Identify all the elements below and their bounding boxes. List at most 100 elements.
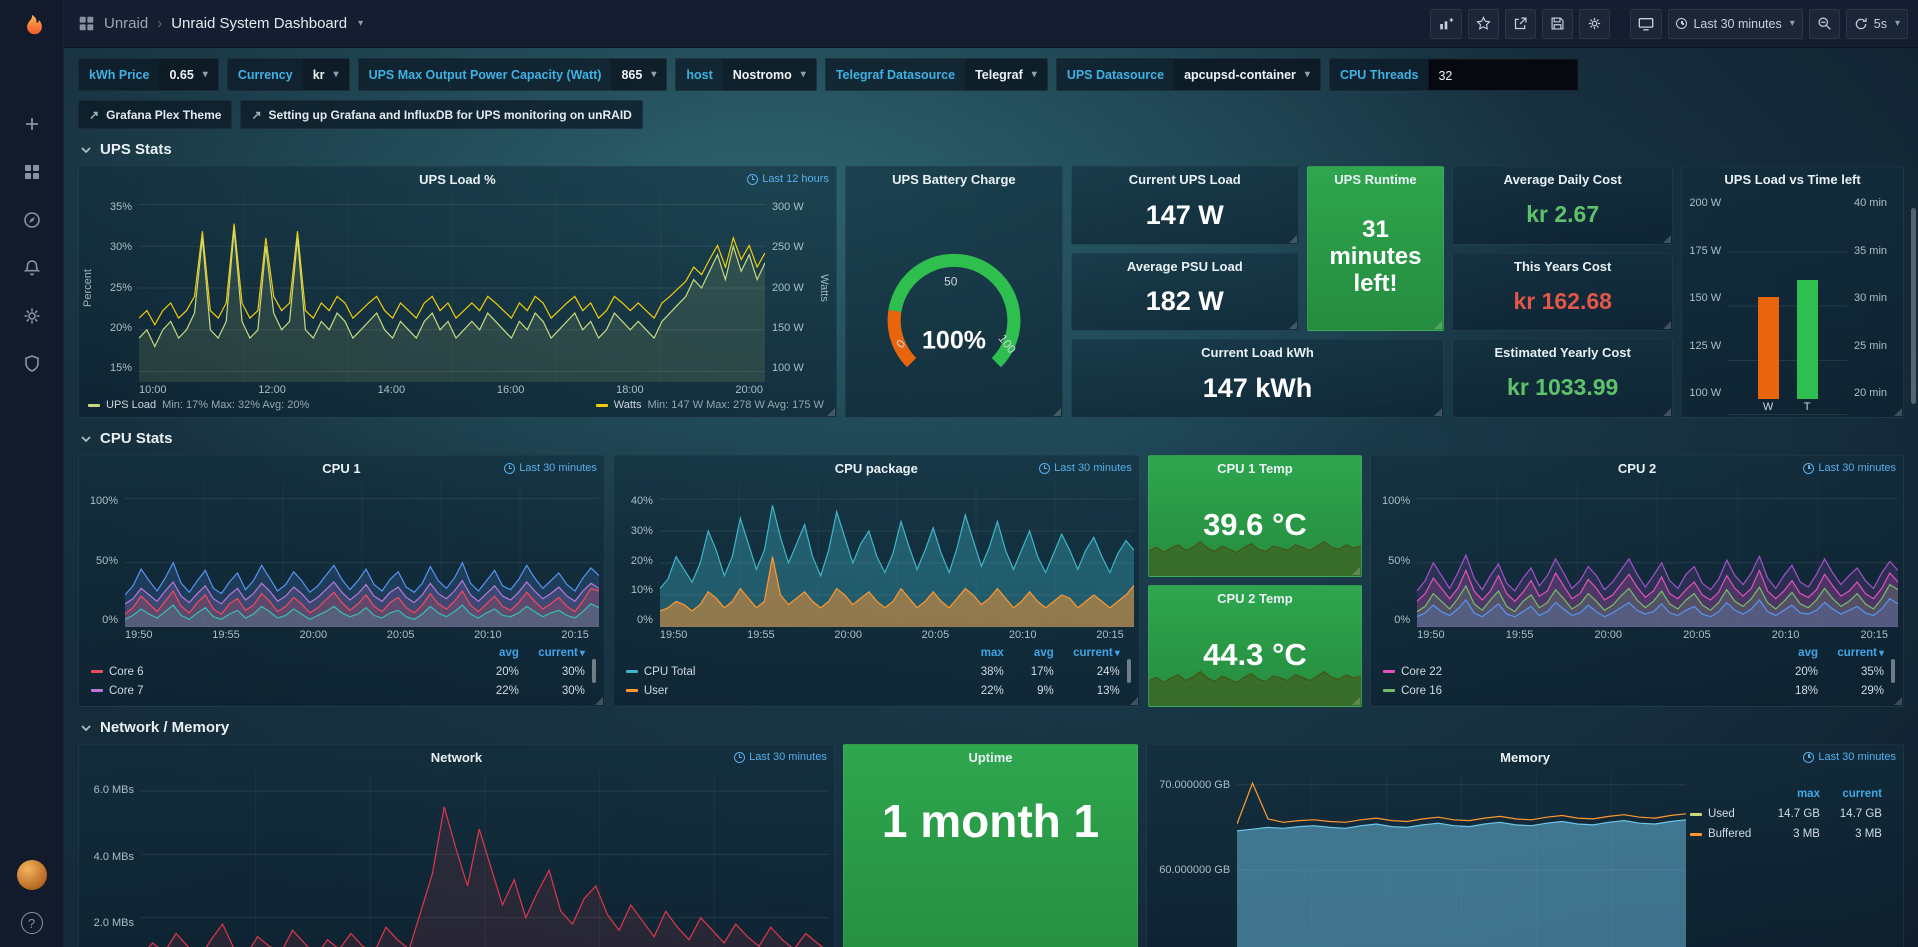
legend-series-toggle[interactable]: User xyxy=(626,685,954,697)
legend-row: Buffered 3 MB 3 MB xyxy=(1690,824,1882,844)
section-ups-stats[interactable]: UPS Stats xyxy=(80,141,1904,158)
variable-ups-datasource[interactable]: UPS Datasourceapcupsd-container▾ xyxy=(1056,58,1321,91)
legend-series-toggle[interactable]: Core 7 xyxy=(91,685,463,697)
panel-this-years-cost: This Years Cost kr 162.68 xyxy=(1452,253,1673,332)
legend-header-current[interactable]: current xyxy=(1820,788,1882,800)
variable-telegraf-datasource[interactable]: Telegraf DatasourceTelegraf▾ xyxy=(825,58,1048,91)
panel-title[interactable]: Average Daily Cost xyxy=(1504,172,1622,187)
page-scrollbar[interactable] xyxy=(1911,208,1916,404)
star-button[interactable] xyxy=(1468,9,1499,39)
link-ups-monitoring-guide[interactable]: ↗Setting up Grafana and InfluxDB for UPS… xyxy=(240,100,642,129)
variable-ups-max-output[interactable]: UPS Max Output Power Capacity (Watt)865▾ xyxy=(358,58,668,91)
panel-title[interactable]: Current Load kWh xyxy=(1201,345,1314,360)
legend-series-toggle[interactable]: Core 6 xyxy=(91,666,463,678)
share-button[interactable] xyxy=(1505,9,1536,39)
panel-title[interactable]: CPU package xyxy=(835,461,918,476)
legend-series-toggle[interactable]: Buffered xyxy=(1690,828,1760,840)
legend-scrollbar[interactable] xyxy=(1891,659,1895,683)
legend-header-avg[interactable]: avg xyxy=(1004,647,1054,659)
grafana-logo[interactable] xyxy=(0,0,64,56)
legend-series-toggle[interactable]: Core 22 xyxy=(1383,666,1762,678)
section-network-memory[interactable]: Network / Memory xyxy=(80,719,1904,736)
legend-series-toggle[interactable]: Core 16 xyxy=(1383,685,1762,697)
variable-host[interactable]: hostNostromo▾ xyxy=(675,58,816,91)
panel-title[interactable]: Memory xyxy=(1500,750,1550,765)
variable-kwh-price[interactable]: kWh Price0.65▾ xyxy=(78,58,219,91)
network-chart[interactable] xyxy=(141,772,829,947)
panel-title[interactable]: Current UPS Load xyxy=(1129,172,1241,187)
legend-scrollbar[interactable] xyxy=(592,659,596,683)
dashboards-icon[interactable] xyxy=(0,148,64,196)
time-range-picker[interactable]: Last 30 minutes ▾ xyxy=(1668,9,1802,39)
legend-header-avg[interactable]: avg xyxy=(1762,647,1818,659)
panel-title[interactable]: Network xyxy=(431,750,482,765)
zoom-out-button[interactable] xyxy=(1809,9,1840,39)
cpu-1-chart[interactable] xyxy=(125,483,599,627)
user-avatar[interactable] xyxy=(0,851,64,899)
series-color-swatch xyxy=(626,670,638,673)
axis-tick: 2.0 MBs xyxy=(81,918,134,929)
panel-title[interactable]: UPS Battery Charge xyxy=(892,172,1016,187)
legend-header-avg[interactable]: avg xyxy=(463,647,519,659)
axis-tick: 150 W xyxy=(1684,293,1721,304)
link-grafana-plex-theme[interactable]: ↗Grafana Plex Theme xyxy=(78,100,232,129)
cpu-threads-input[interactable] xyxy=(1428,59,1578,91)
legend-series-toggle[interactable]: UPS LoadMin: 17% Max: 32% Avg: 20% xyxy=(88,399,309,411)
alerting-bell-icon[interactable] xyxy=(0,244,64,292)
cycle-view-mode-button[interactable] xyxy=(1630,9,1662,39)
save-button[interactable] xyxy=(1542,9,1573,39)
refresh-button[interactable]: 5s ▾ xyxy=(1846,9,1908,39)
legend-series-toggle[interactable]: WattsMin: 147 W Max: 278 W Avg: 175 W xyxy=(596,399,824,411)
legend-header-current[interactable]: current▾ xyxy=(519,647,585,659)
legend-scrollbar[interactable] xyxy=(1127,659,1131,683)
section-cpu-stats[interactable]: CPU Stats xyxy=(80,430,1904,447)
axis-tick: 10% xyxy=(616,585,653,596)
template-variables-row: kWh Price0.65▾ Currencykr▾ UPS Max Outpu… xyxy=(78,58,1904,91)
legend-header-max[interactable]: max xyxy=(1760,788,1820,800)
panel-title[interactable]: UPS Runtime xyxy=(1334,172,1416,187)
panel-time-range[interactable]: Last 30 minutes xyxy=(734,751,827,763)
cpu-2-chart[interactable] xyxy=(1417,483,1898,627)
panel-title[interactable]: Uptime xyxy=(968,750,1012,765)
panel-title[interactable]: UPS Load vs Time left xyxy=(1724,172,1860,187)
panel-title[interactable]: Estimated Yearly Cost xyxy=(1495,345,1631,360)
memory-chart[interactable] xyxy=(1237,772,1686,947)
breadcrumb-dashboard-title[interactable]: Unraid System Dashboard xyxy=(171,15,347,32)
stat-value: kr 1033.99 xyxy=(1453,365,1672,417)
axis-tick: 19:55 xyxy=(747,629,775,641)
configuration-gear-icon[interactable] xyxy=(0,292,64,340)
legend-series-toggle[interactable]: CPU Total xyxy=(626,666,954,678)
panel-title[interactable]: Average PSU Load xyxy=(1127,259,1243,274)
dashboard-settings-button[interactable] xyxy=(1579,9,1610,39)
help-icon[interactable]: ? xyxy=(0,899,64,947)
legend-row: Used 14.7 GB 14.7 GB xyxy=(1690,804,1882,824)
legend-header-max[interactable]: max xyxy=(954,647,1004,659)
add-panel-button[interactable] xyxy=(1430,9,1462,39)
cpu-package-chart[interactable] xyxy=(660,483,1134,627)
panel-title[interactable]: UPS Load % xyxy=(419,172,496,187)
panel-time-range[interactable]: Last 30 minutes xyxy=(1803,751,1896,763)
ups-load-chart[interactable] xyxy=(139,194,765,382)
panel-time-range[interactable]: Last 30 minutes xyxy=(504,462,597,474)
panel-title[interactable]: This Years Cost xyxy=(1514,259,1611,274)
legend-header-current[interactable]: current▾ xyxy=(1818,647,1884,659)
ups-bar-chart[interactable]: W T xyxy=(1728,198,1847,415)
panel-time-range[interactable]: Last 12 hours xyxy=(747,173,829,185)
legend: avg current▾ Core 6 20% 30% xyxy=(81,643,599,704)
y-axis-left: 35%30%25%20%15% xyxy=(95,194,139,382)
dashboard-switch-caret-icon[interactable]: ▾ xyxy=(358,18,363,29)
breadcrumb-folder[interactable]: Unraid xyxy=(104,15,148,32)
panel-title[interactable]: CPU 1 Temp xyxy=(1217,461,1293,476)
legend-series-toggle[interactable]: Used xyxy=(1690,808,1760,820)
panel-title[interactable]: CPU 1 xyxy=(322,461,360,476)
panel-time-range[interactable]: Last 30 minutes xyxy=(1039,462,1132,474)
create-icon[interactable] xyxy=(0,100,64,148)
panel-time-range[interactable]: Last 30 minutes xyxy=(1803,462,1896,474)
variable-currency[interactable]: Currencykr▾ xyxy=(227,58,350,91)
panel-title[interactable]: CPU 2 Temp xyxy=(1217,591,1293,606)
legend-header-current[interactable]: current▾ xyxy=(1054,647,1120,659)
server-admin-shield-icon[interactable] xyxy=(0,340,64,388)
caret-down-icon: ▾ xyxy=(1305,69,1310,80)
panel-title[interactable]: CPU 2 xyxy=(1618,461,1656,476)
explore-compass-icon[interactable] xyxy=(0,196,64,244)
